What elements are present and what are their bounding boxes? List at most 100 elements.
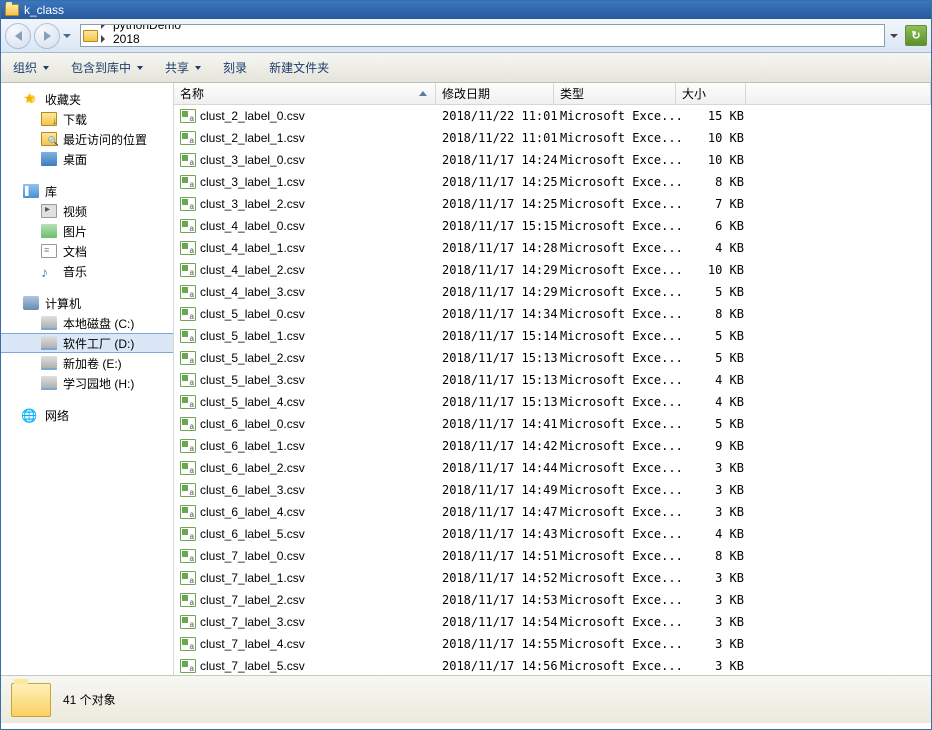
column-size[interactable]: 大小 xyxy=(676,83,746,104)
file-size: 3 KB xyxy=(682,571,752,585)
sidebar-item-label: 桌面 xyxy=(63,151,87,168)
file-type: Microsoft Exce... xyxy=(560,153,682,167)
file-name: clust_4_label_3.csv xyxy=(200,285,305,299)
file-date: 2018/11/22 11:01 xyxy=(442,109,560,123)
chevron-right-icon xyxy=(101,24,109,28)
file-date: 2018/11/17 14:28 xyxy=(442,241,560,255)
file-row[interactable]: clust_5_label_1.csv2018/11/17 15:14Micro… xyxy=(174,325,931,347)
file-row[interactable]: clust_6_label_0.csv2018/11/17 14:41Micro… xyxy=(174,413,931,435)
file-name: clust_4_label_2.csv xyxy=(200,263,305,277)
file-row[interactable]: clust_5_label_4.csv2018/11/17 15:13Micro… xyxy=(174,391,931,413)
sidebar-item-recent[interactable]: 最近访问的位置 xyxy=(1,129,173,149)
sidebar-item-downloads[interactable]: 下载 xyxy=(1,109,173,129)
file-row[interactable]: clust_5_label_0.csv2018/11/17 14:34Micro… xyxy=(174,303,931,325)
column-date[interactable]: 修改日期 xyxy=(436,83,554,104)
include-in-library-button[interactable]: 包含到库中 xyxy=(69,55,145,80)
file-row[interactable]: clust_7_label_2.csv2018/11/17 14:53Micro… xyxy=(174,589,931,611)
file-date: 2018/11/17 14:47 xyxy=(442,505,560,519)
breadcrumb-segment[interactable]: November xyxy=(101,46,189,48)
file-row[interactable]: clust_2_label_1.csv2018/11/22 11:01Micro… xyxy=(174,127,931,149)
navigation-pane: 收藏夹 下载最近访问的位置桌面 库 视频图片文档音乐 计算机 本地磁盘 (C:)… xyxy=(1,83,174,675)
file-size: 3 KB xyxy=(682,461,752,475)
file-row[interactable]: clust_6_label_5.csv2018/11/17 14:43Micro… xyxy=(174,523,931,545)
sidebar-item-label: 音乐 xyxy=(63,263,87,280)
share-button[interactable]: 共享 xyxy=(163,55,203,80)
file-row[interactable]: clust_7_label_4.csv2018/11/17 14:55Micro… xyxy=(174,633,931,655)
file-type: Microsoft Exce... xyxy=(560,615,682,629)
breadcrumb-segment[interactable]: 2018 xyxy=(101,32,189,46)
new-folder-button[interactable]: 新建文件夹 xyxy=(267,55,331,80)
file-list-pane: 名称 修改日期 类型 大小 clust_2_label_0.csv2018/11… xyxy=(174,83,931,675)
burn-button[interactable]: 刻录 xyxy=(221,55,249,80)
file-name: clust_6_label_0.csv xyxy=(200,417,305,431)
file-type: Microsoft Exce... xyxy=(560,395,682,409)
forward-button[interactable] xyxy=(34,23,60,49)
csv-icon xyxy=(180,153,196,167)
sidebar-item-videos[interactable]: 视频 xyxy=(1,201,173,221)
file-row[interactable]: clust_4_label_3.csv2018/11/17 14:29Micro… xyxy=(174,281,931,303)
file-row[interactable]: clust_6_label_2.csv2018/11/17 14:44Micro… xyxy=(174,457,931,479)
csv-icon xyxy=(180,131,196,145)
file-row[interactable]: clust_6_label_1.csv2018/11/17 14:42Micro… xyxy=(174,435,931,457)
address-bar[interactable]: 计算机软件工厂 (D:)pythonDemo2018November11-22k… xyxy=(80,24,885,47)
sidebar-item-h[interactable]: 学习园地 (H:) xyxy=(1,373,173,393)
file-row[interactable]: clust_3_label_0.csv2018/11/17 14:24Micro… xyxy=(174,149,931,171)
file-date: 2018/11/17 14:49 xyxy=(442,483,560,497)
back-button[interactable] xyxy=(5,23,31,49)
computer-icon xyxy=(23,296,39,310)
csv-icon xyxy=(180,175,196,189)
history-dropdown[interactable] xyxy=(60,23,74,49)
file-row[interactable]: clust_7_label_5.csv2018/11/17 14:56Micro… xyxy=(174,655,931,675)
sidebar-item-e[interactable]: 新加卷 (E:) xyxy=(1,353,173,373)
file-date: 2018/11/17 15:13 xyxy=(442,373,560,387)
file-row[interactable]: clust_7_label_1.csv2018/11/17 14:52Micro… xyxy=(174,567,931,589)
csv-icon xyxy=(180,219,196,233)
file-date: 2018/11/17 15:14 xyxy=(442,329,560,343)
file-row[interactable]: clust_4_label_0.csv2018/11/17 15:15Micro… xyxy=(174,215,931,237)
file-size: 4 KB xyxy=(682,527,752,541)
sidebar-item-d[interactable]: 软件工厂 (D:) xyxy=(1,333,173,353)
libraries-header[interactable]: 库 xyxy=(1,181,173,201)
file-row[interactable]: clust_3_label_1.csv2018/11/17 14:25Micro… xyxy=(174,171,931,193)
file-size: 3 KB xyxy=(682,505,752,519)
breadcrumb-segment[interactable]: pythonDemo xyxy=(101,24,189,32)
vid-icon xyxy=(41,204,57,218)
organize-button[interactable]: 组织 xyxy=(11,55,51,80)
file-row[interactable]: clust_7_label_3.csv2018/11/17 14:54Micro… xyxy=(174,611,931,633)
sidebar-item-label: 视频 xyxy=(63,203,87,220)
file-size: 7 KB xyxy=(682,197,752,211)
file-row[interactable]: clust_6_label_3.csv2018/11/17 14:49Micro… xyxy=(174,479,931,501)
csv-icon xyxy=(180,483,196,497)
column-name[interactable]: 名称 xyxy=(174,83,436,104)
file-row[interactable]: clust_5_label_3.csv2018/11/17 15:13Micro… xyxy=(174,369,931,391)
file-row[interactable]: clust_4_label_2.csv2018/11/17 14:29Micro… xyxy=(174,259,931,281)
computer-header[interactable]: 计算机 xyxy=(1,293,173,313)
file-size: 5 KB xyxy=(682,351,752,365)
column-type[interactable]: 类型 xyxy=(554,83,676,104)
file-row[interactable]: clust_4_label_1.csv2018/11/17 14:28Micro… xyxy=(174,237,931,259)
csv-icon xyxy=(180,373,196,387)
file-name: clust_5_label_2.csv xyxy=(200,351,305,365)
sidebar-item-pictures[interactable]: 图片 xyxy=(1,221,173,241)
sidebar-item-music[interactable]: 音乐 xyxy=(1,261,173,281)
file-type: Microsoft Exce... xyxy=(560,351,682,365)
file-type: Microsoft Exce... xyxy=(560,549,682,563)
file-row[interactable]: clust_3_label_2.csv2018/11/17 14:25Micro… xyxy=(174,193,931,215)
file-row[interactable]: clust_6_label_4.csv2018/11/17 14:47Micro… xyxy=(174,501,931,523)
file-size: 4 KB xyxy=(682,395,752,409)
sidebar-item-desktop[interactable]: 桌面 xyxy=(1,149,173,169)
file-list[interactable]: clust_2_label_0.csv2018/11/22 11:01Micro… xyxy=(174,105,931,675)
file-row[interactable]: clust_7_label_0.csv2018/11/17 14:51Micro… xyxy=(174,545,931,567)
file-row[interactable]: clust_5_label_2.csv2018/11/17 15:13Micro… xyxy=(174,347,931,369)
sidebar-item-c[interactable]: 本地磁盘 (C:) xyxy=(1,313,173,333)
refresh-button[interactable] xyxy=(905,25,927,46)
file-row[interactable]: clust_2_label_0.csv2018/11/22 11:01Micro… xyxy=(174,105,931,127)
sidebar-item-documents[interactable]: 文档 xyxy=(1,241,173,261)
favorites-header[interactable]: 收藏夹 xyxy=(1,89,173,109)
address-dropdown[interactable] xyxy=(885,34,903,38)
file-date: 2018/11/17 14:43 xyxy=(442,527,560,541)
file-name: clust_7_label_3.csv xyxy=(200,615,305,629)
file-date: 2018/11/17 14:52 xyxy=(442,571,560,585)
csv-icon xyxy=(180,571,196,585)
network-header[interactable]: 网络 xyxy=(1,405,173,425)
